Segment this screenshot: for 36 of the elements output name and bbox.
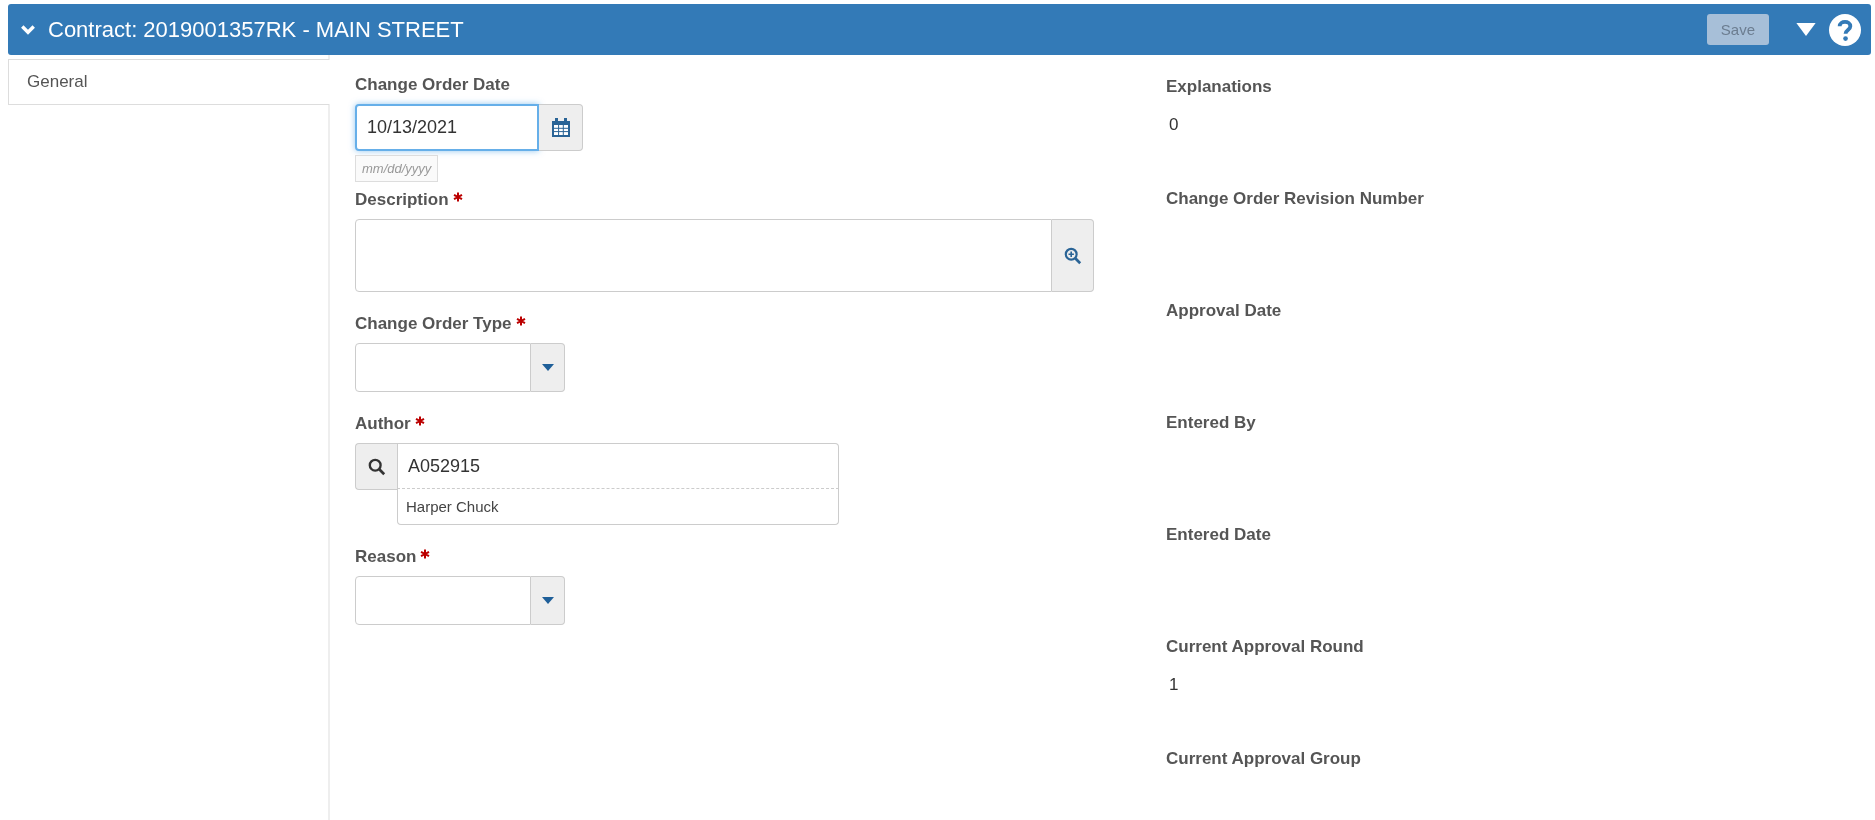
caret-down-icon (541, 364, 554, 371)
field-value: 0 (1169, 115, 1179, 134)
date-field[interactable]: 10/13/2021 (355, 104, 539, 151)
field-label: Entered Date (1166, 525, 1272, 545)
field-label: Reason (355, 547, 417, 567)
date-format-tooltip: mm/dd/yyyy (355, 155, 439, 182)
author-field[interactable]: A052915 (397, 443, 839, 489)
dropdown-button[interactable] (531, 576, 565, 625)
field-label: Current Approval Round (1166, 637, 1365, 657)
field-label: Current Approval Group (1166, 749, 1362, 769)
zoom-button[interactable] (1052, 219, 1094, 292)
field-label: Change Order Date (355, 75, 510, 95)
dropdown-field[interactable] (355, 343, 531, 392)
calendar-icon (550, 117, 571, 138)
zoom-in-icon (1063, 246, 1082, 265)
chevron-down-icon[interactable] (20, 23, 36, 36)
search-button[interactable] (355, 443, 397, 490)
dropdown-field[interactable] (355, 576, 531, 625)
caret-down-icon (541, 597, 554, 604)
help-icon[interactable] (1829, 13, 1861, 46)
field-label: Approval Date (1166, 301, 1283, 321)
dropdown-button[interactable] (531, 343, 565, 392)
field-label: Author (355, 414, 411, 434)
author-name: Harper Chuck (397, 489, 839, 525)
field-label: Explanations (1166, 77, 1273, 97)
field-label: Change Order Revision Number (1166, 189, 1424, 209)
search-icon (367, 457, 386, 476)
sidebar-tab[interactable]: General (8, 59, 330, 105)
description-field[interactable] (355, 219, 1052, 292)
caret-down-icon[interactable] (1795, 22, 1817, 37)
calendar-button[interactable] (539, 104, 583, 151)
contract-title: Contract: 2019001357RK - MAIN STREET (48, 16, 464, 43)
field-value: 1 (1169, 675, 1179, 694)
field-label: Change Order Type (355, 314, 512, 334)
field-label: Entered By (1166, 413, 1257, 433)
field-label: Description (355, 190, 449, 210)
